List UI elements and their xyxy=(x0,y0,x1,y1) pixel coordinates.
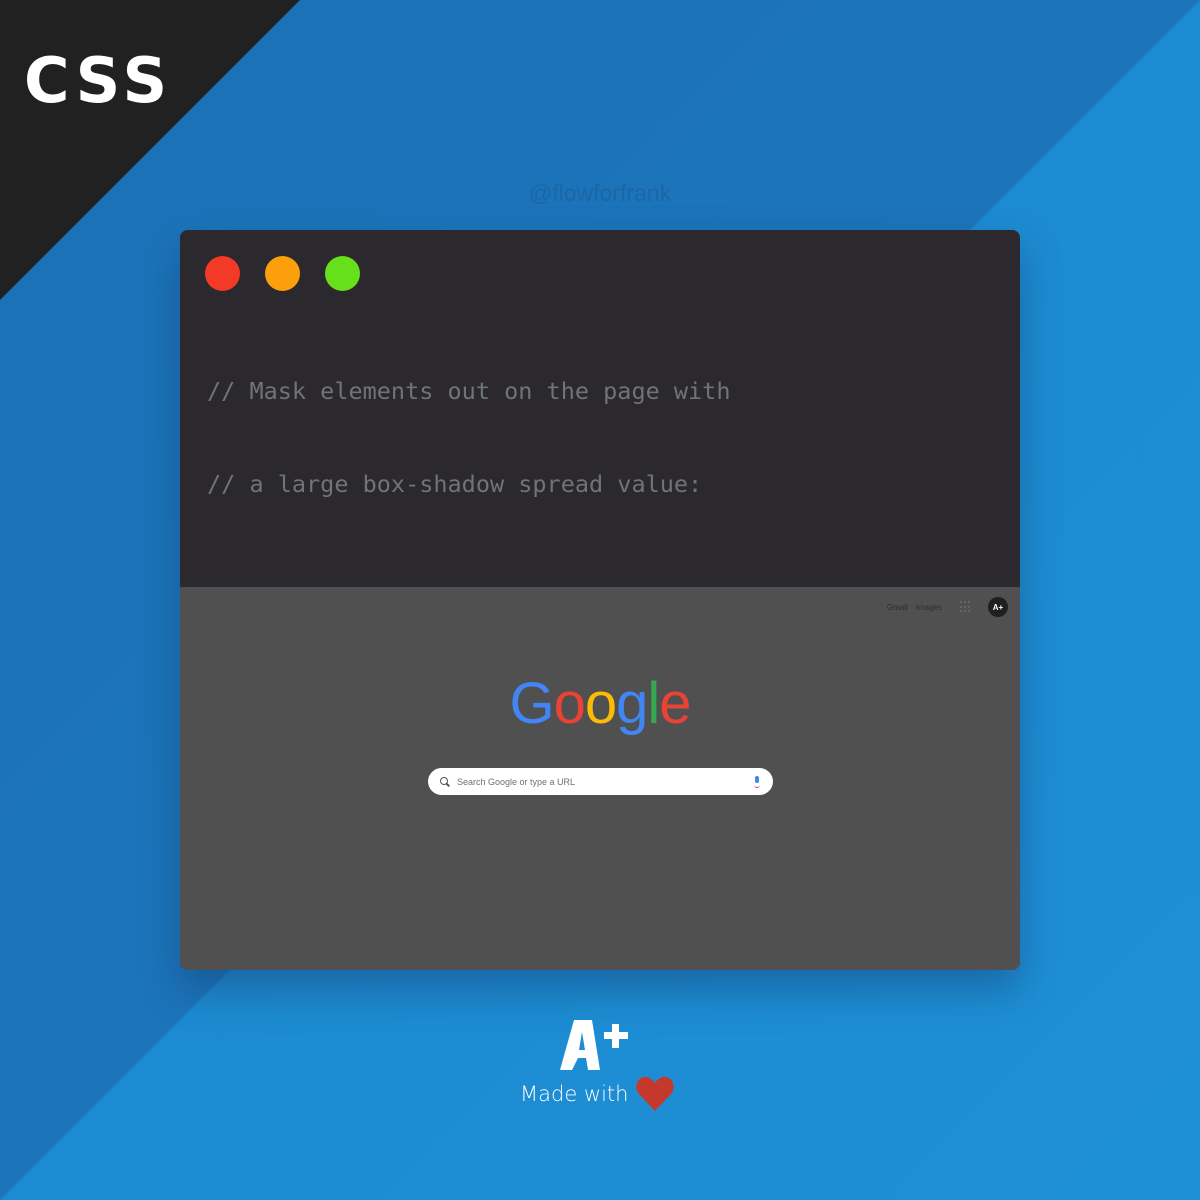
corner-title: CSS xyxy=(24,44,173,117)
images-link[interactable]: Images xyxy=(916,603,942,612)
code-comment: // Mask elements out on the page with xyxy=(207,377,731,405)
search-input[interactable]: Search Google or type a URL xyxy=(428,768,773,795)
logo-letter: g xyxy=(616,671,648,736)
gmail-link[interactable]: Gmail xyxy=(887,603,908,612)
apps-grid-icon[interactable] xyxy=(960,601,972,613)
google-top-bar: Gmail Images A+ xyxy=(887,597,1008,617)
code-window: // Mask elements out on the page with //… xyxy=(180,230,1020,970)
author-handle: @flowforfrank xyxy=(528,180,672,206)
code-comment: // a large box-shadow spread value: xyxy=(207,470,703,498)
microphone-icon[interactable] xyxy=(753,775,761,788)
close-window-dot[interactable] xyxy=(205,256,240,291)
maximize-window-dot[interactable] xyxy=(325,256,360,291)
account-avatar[interactable]: A+ xyxy=(988,597,1008,617)
made-with-text: Made with xyxy=(520,1082,629,1106)
logo-letter: o xyxy=(584,671,617,736)
logo-letter: e xyxy=(659,671,691,736)
google-preview: Gmail Images A+ Google Search Google or … xyxy=(180,587,1020,970)
search-placeholder: Search Google or type a URL xyxy=(457,776,576,787)
logo-letter: l xyxy=(647,671,660,736)
aplus-logo-icon xyxy=(560,1020,628,1070)
logo-letter: G xyxy=(509,671,554,736)
minimize-window-dot[interactable] xyxy=(265,256,300,291)
search-icon xyxy=(440,776,450,787)
logo-letter: o xyxy=(553,671,586,736)
google-logo: Google xyxy=(180,675,1020,733)
code-editor: // Mask elements out on the page with //… xyxy=(180,230,1020,870)
heart-icon xyxy=(636,1076,674,1111)
